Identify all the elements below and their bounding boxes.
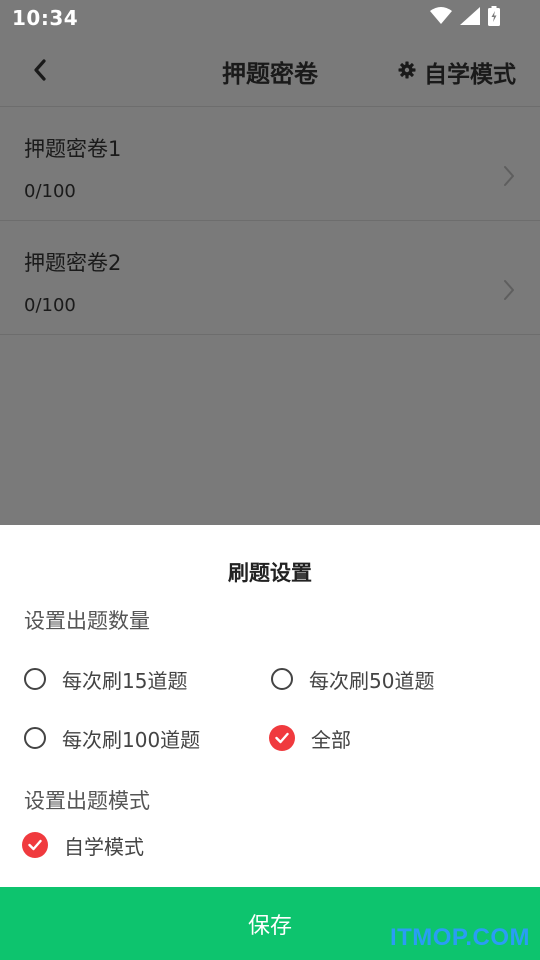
chevron-right-icon (502, 165, 516, 187)
item-progress: 0/100 (24, 181, 76, 202)
option-label: 自学模式 (64, 834, 144, 859)
option-label: 每次刷15道题 (62, 668, 188, 693)
app-bar: 押题密卷 自学模式 (0, 36, 540, 107)
option-label: 每次刷50道题 (309, 668, 435, 693)
status-time: 10:34 (12, 6, 79, 30)
option-self-study-mode[interactable]: 自学模式 (22, 829, 144, 861)
sheet-title: 刷题设置 (228, 561, 312, 585)
radio-unchecked-icon[interactable] (271, 668, 293, 690)
save-button-label: 保存 (247, 913, 292, 939)
option-label: 每次刷100道题 (62, 727, 201, 752)
self-study-mode-label: 自学模式 (424, 62, 516, 88)
signal-icon (460, 7, 480, 29)
radio-checked-icon[interactable] (22, 832, 48, 858)
radio-checked-icon[interactable] (269, 725, 295, 751)
item-progress: 0/100 (24, 295, 76, 316)
item-title: 押题密卷1 (24, 137, 122, 161)
status-icons (430, 6, 500, 30)
option-50-questions[interactable]: 每次刷50道题 (271, 663, 434, 695)
item-title: 押题密卷2 (24, 251, 122, 275)
paper-list: 押题密卷1 0/100 押题密卷2 0/100 (0, 107, 540, 335)
self-study-mode-button[interactable]: 自学模式 (398, 56, 516, 88)
option-all-questions[interactable]: 全部 (269, 722, 351, 754)
radio-unchecked-icon[interactable] (24, 668, 46, 690)
status-bar: 10:34 (0, 0, 540, 36)
list-item[interactable]: 押题密卷2 0/100 (0, 221, 540, 335)
battery-charging-icon (488, 6, 500, 30)
question-count-section-label: 设置出题数量 (24, 609, 150, 633)
gear-icon (398, 59, 416, 85)
radio-unchecked-icon[interactable] (24, 727, 46, 749)
question-mode-section-label: 设置出题模式 (24, 789, 150, 813)
wifi-icon (430, 7, 452, 29)
watermark-logo: ITMOP.COM (389, 924, 530, 951)
chevron-right-icon (502, 279, 516, 301)
option-label: 全部 (311, 727, 351, 752)
practice-settings-sheet: 刷题设置 设置出题数量 每次刷15道题 每次刷50道题 每次刷100道题 全部 … (0, 525, 540, 960)
option-100-questions[interactable]: 每次刷100道题 (24, 722, 200, 754)
screen: 10:34 押题密卷 自学模式 押题密卷1 0/100 押题密卷2 0/100 … (0, 0, 540, 960)
option-15-questions[interactable]: 每次刷15道题 (24, 663, 187, 695)
list-item[interactable]: 押题密卷1 0/100 (0, 107, 540, 221)
